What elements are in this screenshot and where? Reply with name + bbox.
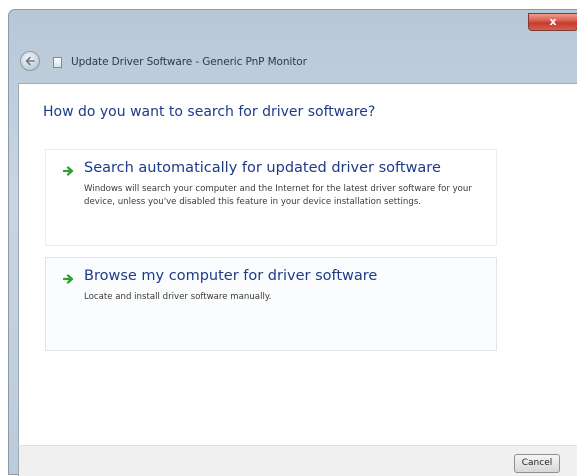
close-icon: x [549,15,557,28]
back-arrow-icon [25,56,35,66]
window-title: Update Driver Software - Generic PnP Mon… [71,56,307,68]
option-description: Locate and install driver software manua… [84,292,272,302]
green-arrow-icon [63,274,74,284]
search-automatically-option[interactable]: Search automatically for updated driver … [45,149,497,246]
option-description: Windows will search your computer and th… [84,184,472,207]
title-bar: Update Driver Software - Generic PnP Mon… [9,10,577,83]
cancel-button[interactable]: Cancel [514,454,560,473]
option-title: Browse my computer for driver software [84,268,378,284]
driver-device-icon [53,57,62,68]
option-title: Search automatically for updated driver … [84,160,441,176]
green-arrow-icon [63,166,74,176]
dialog-footer: Cancel [18,445,577,476]
dialog-window: Update Driver Software - Generic PnP Mon… [8,9,577,476]
dialog-content: How do you want to search for driver sof… [18,83,577,445]
back-button[interactable] [20,51,40,71]
page-heading: How do you want to search for driver sof… [43,104,376,120]
close-button[interactable]: x [528,13,577,31]
browse-computer-option[interactable]: Browse my computer for driver software L… [45,257,497,351]
